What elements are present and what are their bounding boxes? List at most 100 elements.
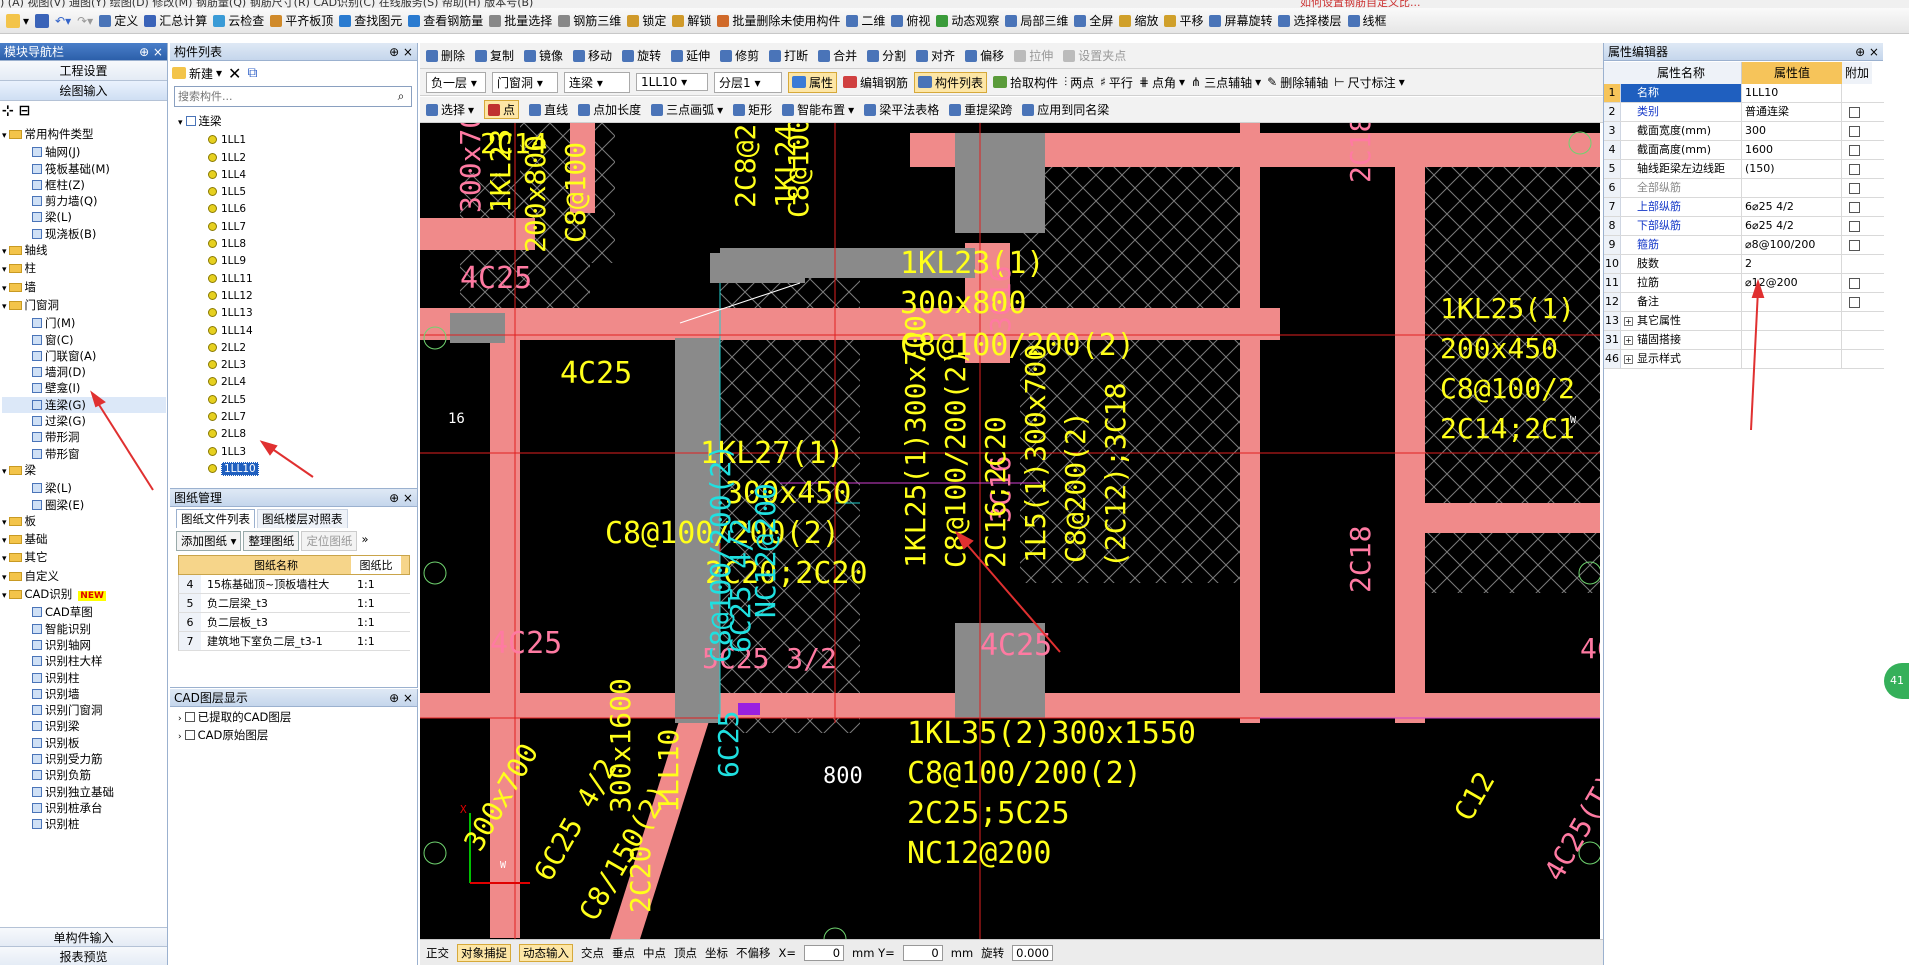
nav-tree-item[interactable]: 壁龛(I) <box>2 380 166 396</box>
nav-tree-item[interactable]: 智能识别 <box>2 621 166 637</box>
draw-toolbar-button-4[interactable]: 三点画弧 ▾ <box>651 101 723 118</box>
property-value[interactable]: 1LL10 <box>1742 84 1842 102</box>
property-row[interactable]: 46 + 显示样式 <box>1604 350 1884 369</box>
edit-toolbar-button-9[interactable]: 分割 <box>867 47 906 64</box>
cad-label[interactable]: W <box>500 860 507 871</box>
cad-label[interactable]: 6C25 <box>712 711 745 778</box>
search-icon[interactable]: ⌕ <box>391 87 411 106</box>
draw-toolbar-button-2[interactable]: 直线 <box>529 101 568 118</box>
component-item[interactable]: 1LL13 <box>178 304 414 321</box>
edit-toolbar-button-13[interactable]: 设置夹点 <box>1063 47 1126 64</box>
expand-icon[interactable]: ▾ <box>2 518 7 528</box>
cad-label[interactable]: 2C16;2C20 <box>979 416 1012 568</box>
cad-label[interactable]: 2C14 <box>480 127 547 160</box>
sort-drawing-button[interactable]: 整理图纸 <box>243 531 300 551</box>
copy-icon[interactable]: ⧉ <box>247 65 257 81</box>
nav-tree-item[interactable]: 带形洞 <box>2 429 166 445</box>
expand-icon[interactable]: + <box>1624 317 1633 326</box>
cad-label[interactable]: 300x450 <box>725 476 851 511</box>
report-preview-button[interactable]: 报表预览 <box>0 947 167 965</box>
floor-select[interactable]: 负一层 ▾ <box>426 71 486 93</box>
expand-icon[interactable]: ▾ <box>2 467 7 477</box>
drawing-canvas[interactable]: 1KL27(1) 300x450 C8@100/200(2) 2C20;2C20 4C2… <box>420 123 1600 939</box>
component-item[interactable]: 2LL5 <box>178 391 414 408</box>
toolbar1-button-4[interactable]: 查找图元 <box>339 12 402 29</box>
property-row[interactable]: 6 全部纵筋 <box>1604 179 1884 198</box>
toolbar1-button-12[interactable]: 俯视 <box>891 12 930 29</box>
component-item[interactable]: 1LL12 <box>178 287 414 304</box>
property-value[interactable]: 6⌀25 4/2 <box>1742 198 1842 216</box>
nav-tree-item[interactable]: 墙洞(D) <box>2 364 166 380</box>
component-item[interactable]: 2LL2 <box>178 339 414 356</box>
cad-label[interactable]: 4C25 <box>980 628 1052 663</box>
component-item[interactable]: 1LL5 <box>178 183 414 200</box>
cad-label[interactable]: 1L5(1)300x700 <box>1019 344 1052 563</box>
drawing-row[interactable]: 7 建筑地下室负二层_t3-1 1:1 <box>178 632 410 651</box>
save-button[interactable] <box>35 13 50 28</box>
nav-tree-item[interactable]: ▾ CAD识别 NEW <box>2 586 166 604</box>
property-value[interactable]: (150) <box>1742 160 1842 178</box>
edit-toolbar-button-4[interactable]: 旋转 <box>622 47 661 64</box>
expand-icon[interactable]: ▾ <box>2 573 7 583</box>
module-nav-pin-icon[interactable]: ⊕ × <box>139 43 163 61</box>
draw-toolbar-button-7[interactable]: 梁平法表格 <box>864 101 939 118</box>
cad-label[interactable]: 3C16 <box>984 266 1017 333</box>
cad-label[interactable]: 1KL23(1) <box>900 246 1045 281</box>
cad-label[interactable]: 2C25;5C25 <box>907 796 1070 831</box>
property-value[interactable]: 普通连梁 <box>1742 103 1842 121</box>
menu-text[interactable]: ) (A) 视图(V) 通图(Y) 绘图(D) 修改(M) 钢筋量(Q) 钢筋尺… <box>0 0 533 8</box>
cad-layers-pin-icon[interactable]: ⊕ × <box>389 689 413 707</box>
add-drawing-button[interactable]: 添加图纸 ▾ <box>176 531 242 551</box>
edit-toolbar-button-6[interactable]: 修剪 <box>720 47 759 64</box>
status-rot-val[interactable]: 0.000 <box>1012 944 1054 961</box>
toolbar1-button-8[interactable]: 锁定 <box>627 12 666 29</box>
component-item[interactable]: 2LL8 <box>178 425 414 442</box>
cad-label[interactable]: C8@100 <box>559 142 592 243</box>
property-row[interactable]: 4 截面高度(mm) 1600 <box>1604 141 1884 160</box>
expand-icon[interactable]: ▾ <box>2 131 7 141</box>
extra-checkbox[interactable] <box>1849 106 1860 118</box>
status-x-val[interactable]: 0 <box>804 944 845 961</box>
cad-label[interactable]: 2C18 <box>1344 526 1377 593</box>
edit-toolbar-button-5[interactable]: 延伸 <box>671 47 710 64</box>
nav-tree-item[interactable]: 识别桩 <box>2 816 166 832</box>
extra-checkbox[interactable] <box>1849 201 1860 213</box>
nav-tree-item[interactable]: ▾ 自定义 <box>2 568 166 586</box>
property-value[interactable] <box>1742 331 1842 349</box>
cad-label[interactable]: 200x450 <box>1440 332 1558 365</box>
nav-tree-item[interactable]: 识别板 <box>2 735 166 751</box>
point-angle-button[interactable]: ⋕ 点角 ▾ <box>1139 74 1185 91</box>
delete-axis-button[interactable]: ✎ 删除辅轴 <box>1267 74 1328 91</box>
cad-label[interactable]: C8@100 <box>782 123 815 218</box>
nav-tree-item[interactable]: 识别桩承台 <box>2 800 166 816</box>
nav-tree-item[interactable]: ▾ 常用构件类型 <box>2 126 166 144</box>
beam-pink[interactable] <box>420 218 535 250</box>
toolbar1-button-2[interactable]: 云检查 <box>213 12 264 29</box>
draw-toolbar-button-8[interactable]: 重提梁跨 <box>949 101 1012 118</box>
nav-tree-item[interactable]: 识别墙 <box>2 686 166 702</box>
nav-tree-item[interactable]: ▾ 墙 <box>2 279 166 297</box>
cad-label[interactable]: 2C8@2C18 <box>729 123 762 208</box>
status-toggle-4[interactable]: 垂点 <box>612 945 635 961</box>
nav-tree-item[interactable]: 带形窗 <box>2 446 166 462</box>
menu-help-text[interactable]: 如何设置钢筋自定义比... <box>1300 0 1421 8</box>
status-toggle-6[interactable]: 顶点 <box>674 945 697 961</box>
column-gray[interactable] <box>450 313 505 343</box>
component-item[interactable]: 1LL1 <box>178 131 414 148</box>
locate-drawing-button[interactable]: 定位图纸 <box>301 531 358 551</box>
property-row[interactable]: 2 类别 普通连梁 <box>1604 103 1884 122</box>
drawing-management-pin-icon[interactable]: ⊕ × <box>389 489 413 507</box>
cad-label[interactable]: C8@100/200(2) <box>939 349 972 568</box>
component-item[interactable]: 1LL14 <box>178 322 414 339</box>
property-value[interactable] <box>1742 350 1842 368</box>
component-item[interactable]: 1LL2 <box>178 149 414 166</box>
three-point-axis-button[interactable]: ⋔ 三点辅轴 ▾ <box>1191 74 1261 91</box>
dimension-button[interactable]: ⊢ 尺寸标注 ▾ <box>1334 74 1405 91</box>
nav-tree-item[interactable]: 识别独立基础 <box>2 784 166 800</box>
status-toggle-2[interactable]: 动态输入 <box>519 943 573 962</box>
extra-checkbox[interactable] <box>1849 277 1860 289</box>
status-toggle-0[interactable]: 正交 <box>426 945 449 961</box>
edit-toolbar-button-1[interactable]: 复制 <box>475 47 514 64</box>
nav-tree-item[interactable]: 门联窗(A) <box>2 348 166 364</box>
property-value[interactable]: 6⌀25 4/2 <box>1742 217 1842 235</box>
